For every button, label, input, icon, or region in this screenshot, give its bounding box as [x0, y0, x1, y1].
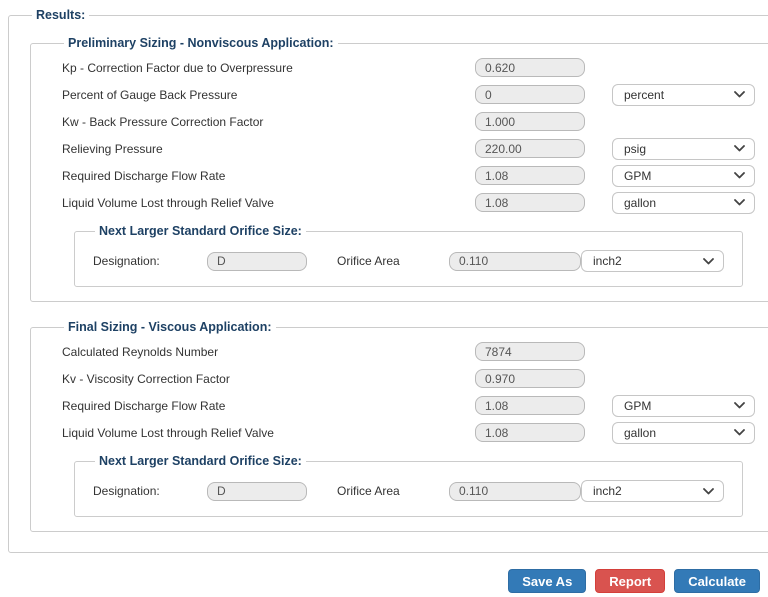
report-button[interactable]: Report: [595, 569, 666, 593]
kv-viscosity-correction-field: [475, 369, 585, 388]
preliminary-sizing-legend: Preliminary Sizing - Nonviscous Applicat…: [68, 36, 334, 50]
preliminary-orifice-section: Next Larger Standard Orifice Size: Desig…: [74, 224, 743, 287]
percent-gauge-back-pressure-field: [475, 85, 585, 104]
relieving-pressure-field: [475, 139, 585, 158]
preliminary-orifice-row: Designation: Orifice Area inch2: [93, 250, 724, 272]
calculate-button[interactable]: Calculate: [674, 569, 760, 593]
final-required-discharge-flow-rate-field: [475, 396, 585, 415]
final-designation-label: Designation:: [93, 484, 160, 498]
final-volume-unit-select[interactable]: gallon: [612, 421, 755, 444]
kv-viscosity-correction-label: Kv - Viscosity Correction Factor: [62, 371, 230, 386]
preliminary-orifice-legend: Next Larger Standard Orifice Size:: [99, 224, 302, 238]
final-liquid-volume-lost-field: [475, 423, 585, 442]
button-bar: Save As Report Calculate: [8, 569, 760, 593]
chevron-down-icon: [734, 91, 745, 98]
row-kv-viscosity-correction: Kv - Viscosity Correction Factor: [62, 369, 755, 388]
chevron-down-icon: [734, 172, 745, 179]
row-final-liquid-volume-lost: Liquid Volume Lost through Relief Valve …: [62, 421, 755, 444]
volume-unit-select[interactable]: gallon: [612, 191, 755, 214]
final-liquid-volume-lost-label: Liquid Volume Lost through Relief Valve: [62, 425, 274, 440]
liquid-volume-lost-label: Liquid Volume Lost through Relief Valve: [62, 195, 274, 210]
kw-back-pressure-correction-field: [475, 112, 585, 131]
reynolds-number-field: [475, 342, 585, 361]
row-required-discharge-flow-rate: Required Discharge Flow Rate GPM: [62, 164, 755, 187]
final-orifice-area-unit-select[interactable]: inch2: [581, 480, 724, 502]
results-legend: Results:: [36, 8, 86, 22]
final-flow-rate-unit-value: GPM: [624, 398, 652, 413]
chevron-down-icon: [703, 487, 714, 494]
final-orifice-area-label: Orifice Area: [337, 484, 400, 498]
reynolds-number-label: Calculated Reynolds Number: [62, 344, 219, 359]
required-discharge-flow-rate-label: Required Discharge Flow Rate: [62, 168, 226, 183]
chevron-down-icon: [734, 429, 745, 436]
orifice-area-field: [449, 251, 581, 271]
percent-gauge-back-pressure-label: Percent of Gauge Back Pressure: [62, 87, 238, 102]
chevron-down-icon: [703, 257, 714, 264]
row-relieving-pressure: Relieving Pressure psig: [62, 137, 755, 160]
final-volume-unit-value: gallon: [624, 425, 657, 440]
row-final-required-discharge-flow-rate: Required Discharge Flow Rate GPM: [62, 394, 755, 417]
final-designation-field: [207, 481, 307, 501]
relieving-pressure-label: Relieving Pressure: [62, 141, 163, 156]
final-required-discharge-flow-rate-label: Required Discharge Flow Rate: [62, 398, 226, 413]
final-orifice-legend: Next Larger Standard Orifice Size:: [99, 454, 302, 468]
row-liquid-volume-lost: Liquid Volume Lost through Relief Valve …: [62, 191, 755, 214]
save-as-button[interactable]: Save As: [508, 569, 587, 593]
kw-back-pressure-correction-label: Kw - Back Pressure Correction Factor: [62, 114, 264, 129]
flow-rate-unit-select[interactable]: GPM: [612, 164, 755, 187]
row-reynolds-number: Calculated Reynolds Number: [62, 342, 755, 361]
liquid-volume-lost-field: [475, 193, 585, 212]
percent-unit-value: percent: [624, 87, 665, 102]
final-flow-rate-unit-select[interactable]: GPM: [612, 394, 755, 417]
chevron-down-icon: [734, 402, 745, 409]
final-orifice-section: Next Larger Standard Orifice Size: Desig…: [74, 454, 743, 517]
kp-correction-factor-field: [475, 58, 585, 77]
relieving-pressure-unit-value: psig: [624, 141, 647, 156]
row-kw-back-pressure-correction: Kw - Back Pressure Correction Factor: [62, 112, 755, 131]
final-orifice-row: Designation: Orifice Area inch2: [93, 480, 724, 502]
final-sizing-section: Final Sizing - Viscous Application: Calc…: [30, 320, 768, 532]
designation-field: [207, 251, 307, 271]
orifice-area-unit-value: inch2: [593, 254, 622, 268]
row-kp-correction-factor: Kp - Correction Factor due to Overpressu…: [62, 58, 755, 77]
final-orifice-area-field: [449, 481, 581, 501]
flow-rate-unit-value: GPM: [624, 168, 652, 183]
final-orifice-area-unit-value: inch2: [593, 484, 622, 498]
volume-unit-value: gallon: [624, 195, 657, 210]
final-sizing-legend: Final Sizing - Viscous Application:: [68, 320, 272, 334]
relieving-pressure-unit-select[interactable]: psig: [612, 137, 755, 160]
orifice-area-unit-select[interactable]: inch2: [581, 250, 724, 272]
chevron-down-icon: [734, 145, 745, 152]
required-discharge-flow-rate-field: [475, 166, 585, 185]
percent-unit-select[interactable]: percent: [612, 83, 755, 106]
orifice-area-label: Orifice Area: [337, 254, 400, 268]
results-section: Results: Preliminary Sizing - Nonviscous…: [8, 8, 768, 553]
kp-correction-factor-label: Kp - Correction Factor due to Overpressu…: [62, 60, 293, 75]
preliminary-sizing-section: Preliminary Sizing - Nonviscous Applicat…: [30, 36, 768, 302]
chevron-down-icon: [734, 199, 745, 206]
designation-label: Designation:: [93, 254, 160, 268]
row-percent-gauge-back-pressure: Percent of Gauge Back Pressure percent: [62, 83, 755, 106]
